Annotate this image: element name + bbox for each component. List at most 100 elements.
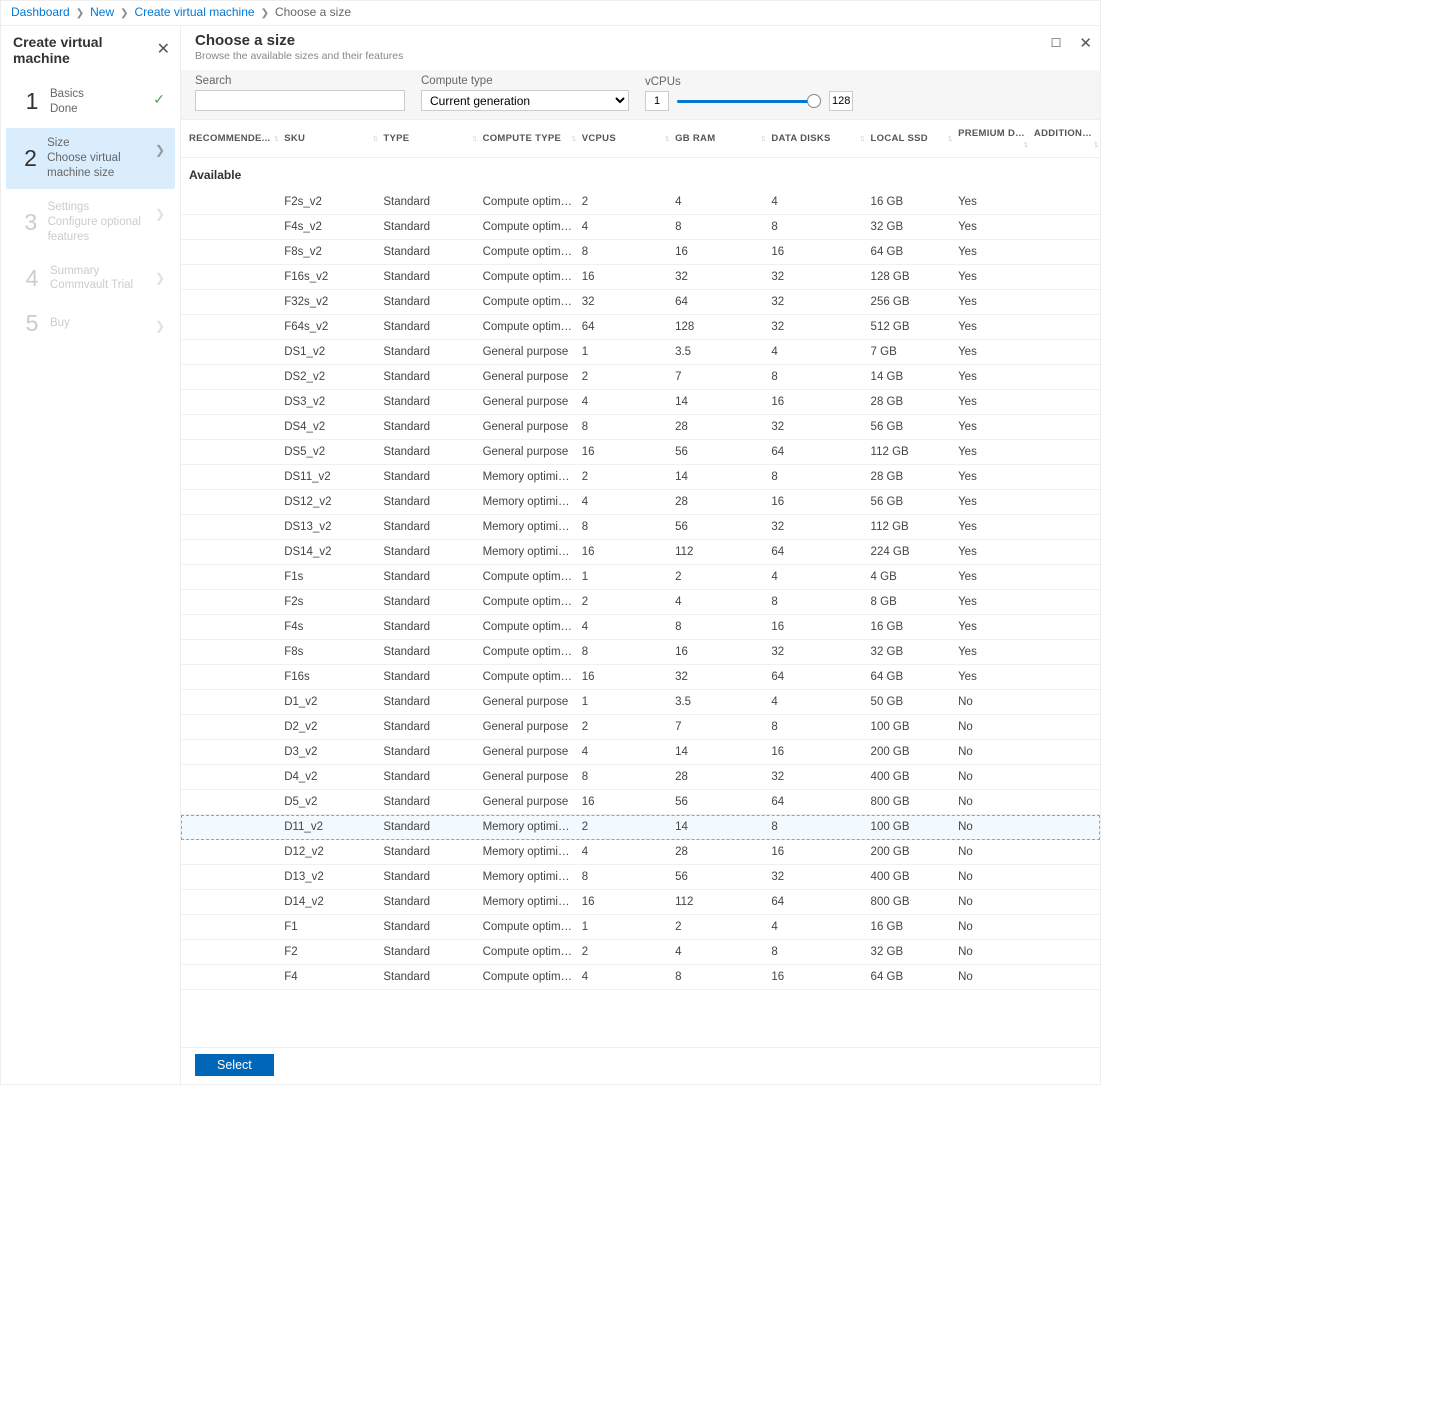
cell-vcpus: 2 <box>578 715 671 740</box>
table-row[interactable]: D2_v2StandardGeneral purpose278100 GBNo <box>181 715 1100 740</box>
col-header[interactable]: COMPUTE TYPE↑↓ <box>479 120 578 158</box>
compute-type-select[interactable]: Current generation <box>421 90 629 111</box>
cell-sku: D1_v2 <box>280 690 379 715</box>
cell-type: Standard <box>379 965 478 990</box>
cell-type: Standard <box>379 640 478 665</box>
cell-type: Standard <box>379 740 478 765</box>
col-header[interactable]: GB RAM↑↓ <box>671 120 767 158</box>
cell-data-disks: 32 <box>767 290 866 315</box>
vcpus-label: vCPUs <box>645 76 853 88</box>
cell-vcpus: 4 <box>578 965 671 990</box>
cell-sku: F16s_v2 <box>280 265 379 290</box>
filter-bar: Search Compute type Current generation v… <box>181 70 1100 119</box>
table-row[interactable]: D12_v2StandardMemory optimized42816200 G… <box>181 840 1100 865</box>
table-row[interactable]: F8sStandardCompute optimized8163232 GBYe… <box>181 640 1100 665</box>
table-row[interactable]: F2s_v2StandardCompute optimized24416 GBY… <box>181 190 1100 215</box>
table-row[interactable]: D4_v2StandardGeneral purpose82832400 GBN… <box>181 765 1100 790</box>
table-row[interactable]: F16s_v2StandardCompute optimized16323212… <box>181 265 1100 290</box>
cell-type: Standard <box>379 565 478 590</box>
cell-vcpus: 2 <box>578 190 671 215</box>
cell-ram: 8 <box>671 215 767 240</box>
col-header[interactable]: ADDITIONAL F...↑↓ <box>1030 120 1100 158</box>
vcpus-slider[interactable] <box>677 100 821 103</box>
cell-compute-type: Memory optimized <box>479 890 578 915</box>
table-row[interactable]: F2StandardCompute optimized24832 GBNo <box>181 940 1100 965</box>
cell-local-ssd: 128 GB <box>867 265 955 290</box>
table-row[interactable]: F1sStandardCompute optimized1244 GBYes <box>181 565 1100 590</box>
table-row[interactable]: D14_v2StandardMemory optimized1611264800… <box>181 890 1100 915</box>
cell-compute-type: General purpose <box>479 415 578 440</box>
cell-ram: 16 <box>671 240 767 265</box>
table-row[interactable]: F8s_v2StandardCompute optimized8161664 G… <box>181 240 1100 265</box>
cell-vcpus: 1 <box>578 915 671 940</box>
breadcrumb-create-vm[interactable]: Create virtual machine <box>135 5 255 19</box>
table-row[interactable]: D11_v2StandardMemory optimized2148100 GB… <box>181 815 1100 840</box>
cell-vcpus: 8 <box>578 240 671 265</box>
table-row[interactable]: F1StandardCompute optimized12416 GBNo <box>181 915 1100 940</box>
cell-local-ssd: 224 GB <box>867 540 955 565</box>
vcpus-min-input[interactable] <box>645 91 669 111</box>
cell-sku: D13_v2 <box>280 865 379 890</box>
cell-local-ssd: 14 GB <box>867 365 955 390</box>
table-row[interactable]: F16sStandardCompute optimized16326464 GB… <box>181 665 1100 690</box>
table-row[interactable]: F4s_v2StandardCompute optimized48832 GBY… <box>181 215 1100 240</box>
wizard-step-2[interactable]: 2SizeChoose virtual machine size❯ <box>6 128 175 189</box>
cell-sku: DS13_v2 <box>280 515 379 540</box>
col-header[interactable]: RECOMMENDE...↑↓ <box>181 120 280 158</box>
table-row[interactable]: DS3_v2StandardGeneral purpose4141628 GBY… <box>181 390 1100 415</box>
cell-local-ssd: 32 GB <box>867 940 955 965</box>
table-row[interactable]: D13_v2StandardMemory optimized85632400 G… <box>181 865 1100 890</box>
cell-compute-type: Compute optimized <box>479 290 578 315</box>
cell-vcpus: 1 <box>578 340 671 365</box>
table-row[interactable]: DS2_v2StandardGeneral purpose27814 GBYes <box>181 365 1100 390</box>
table-row[interactable]: F32s_v2StandardCompute optimized32643225… <box>181 290 1100 315</box>
cell-type: Standard <box>379 615 478 640</box>
col-header[interactable]: LOCAL SSD↑↓ <box>867 120 955 158</box>
col-header[interactable]: SKU↑↓ <box>280 120 379 158</box>
breadcrumb-dashboard[interactable]: Dashboard <box>11 5 70 19</box>
table-row[interactable]: DS11_v2StandardMemory optimized214828 GB… <box>181 465 1100 490</box>
detail-subtitle: Browse the available sizes and their fea… <box>181 50 1100 70</box>
close-icon[interactable]: ✕ <box>157 42 170 58</box>
vcpus-max-input[interactable] <box>829 91 853 111</box>
table-row[interactable]: DS12_v2StandardMemory optimized4281656 G… <box>181 490 1100 515</box>
cell-vcpus: 64 <box>578 315 671 340</box>
table-row[interactable]: D3_v2StandardGeneral purpose41416200 GBN… <box>181 740 1100 765</box>
col-header[interactable]: PREMIUM DIS...↑↓ <box>954 120 1030 158</box>
cell-premium: No <box>954 715 1030 740</box>
wizard-step-1[interactable]: 1BasicsDone✓ <box>6 79 175 125</box>
col-header[interactable]: VCPUS↑↓ <box>578 120 671 158</box>
cell-vcpus: 1 <box>578 690 671 715</box>
maximize-icon[interactable]: ☐ <box>1051 36 1062 50</box>
cell-sku: DS14_v2 <box>280 540 379 565</box>
breadcrumb-new[interactable]: New <box>90 5 114 19</box>
cell-sku: F32s_v2 <box>280 290 379 315</box>
table-row[interactable]: F2sStandardCompute optimized2488 GBYes <box>181 590 1100 615</box>
table-row[interactable]: DS5_v2StandardGeneral purpose165664112 G… <box>181 440 1100 465</box>
table-row[interactable]: F4sStandardCompute optimized481616 GBYes <box>181 615 1100 640</box>
table-row[interactable]: D1_v2StandardGeneral purpose13.5450 GBNo <box>181 690 1100 715</box>
cell-vcpus: 4 <box>578 615 671 640</box>
table-row[interactable]: DS14_v2StandardMemory optimized161126422… <box>181 540 1100 565</box>
sort-icon: ↑↓ <box>271 133 276 143</box>
cell-type: Standard <box>379 290 478 315</box>
table-row[interactable]: F64s_v2StandardCompute optimized64128325… <box>181 315 1100 340</box>
table-row[interactable]: F4StandardCompute optimized481664 GBNo <box>181 965 1100 990</box>
size-table-scroll[interactable]: RECOMMENDE...↑↓SKU↑↓TYPE↑↓COMPUTE TYPE↑↓… <box>181 119 1100 1047</box>
search-input[interactable] <box>195 90 405 111</box>
select-button[interactable]: Select <box>195 1054 274 1076</box>
table-row[interactable]: DS1_v2StandardGeneral purpose13.547 GBYe… <box>181 340 1100 365</box>
cell-compute-type: Memory optimized <box>479 490 578 515</box>
table-row[interactable]: DS4_v2StandardGeneral purpose8283256 GBY… <box>181 415 1100 440</box>
col-header[interactable]: DATA DISKS↑↓ <box>767 120 866 158</box>
table-row[interactable]: D5_v2StandardGeneral purpose165664800 GB… <box>181 790 1100 815</box>
cell-ram: 4 <box>671 940 767 965</box>
cell-ram: 56 <box>671 440 767 465</box>
cell-ram: 56 <box>671 515 767 540</box>
cell-local-ssd: 400 GB <box>867 865 955 890</box>
cell-type: Standard <box>379 715 478 740</box>
col-header[interactable]: TYPE↑↓ <box>379 120 478 158</box>
table-row[interactable]: DS13_v2StandardMemory optimized85632112 … <box>181 515 1100 540</box>
step-number: 1 <box>24 90 40 113</box>
cell-type: Standard <box>379 815 478 840</box>
